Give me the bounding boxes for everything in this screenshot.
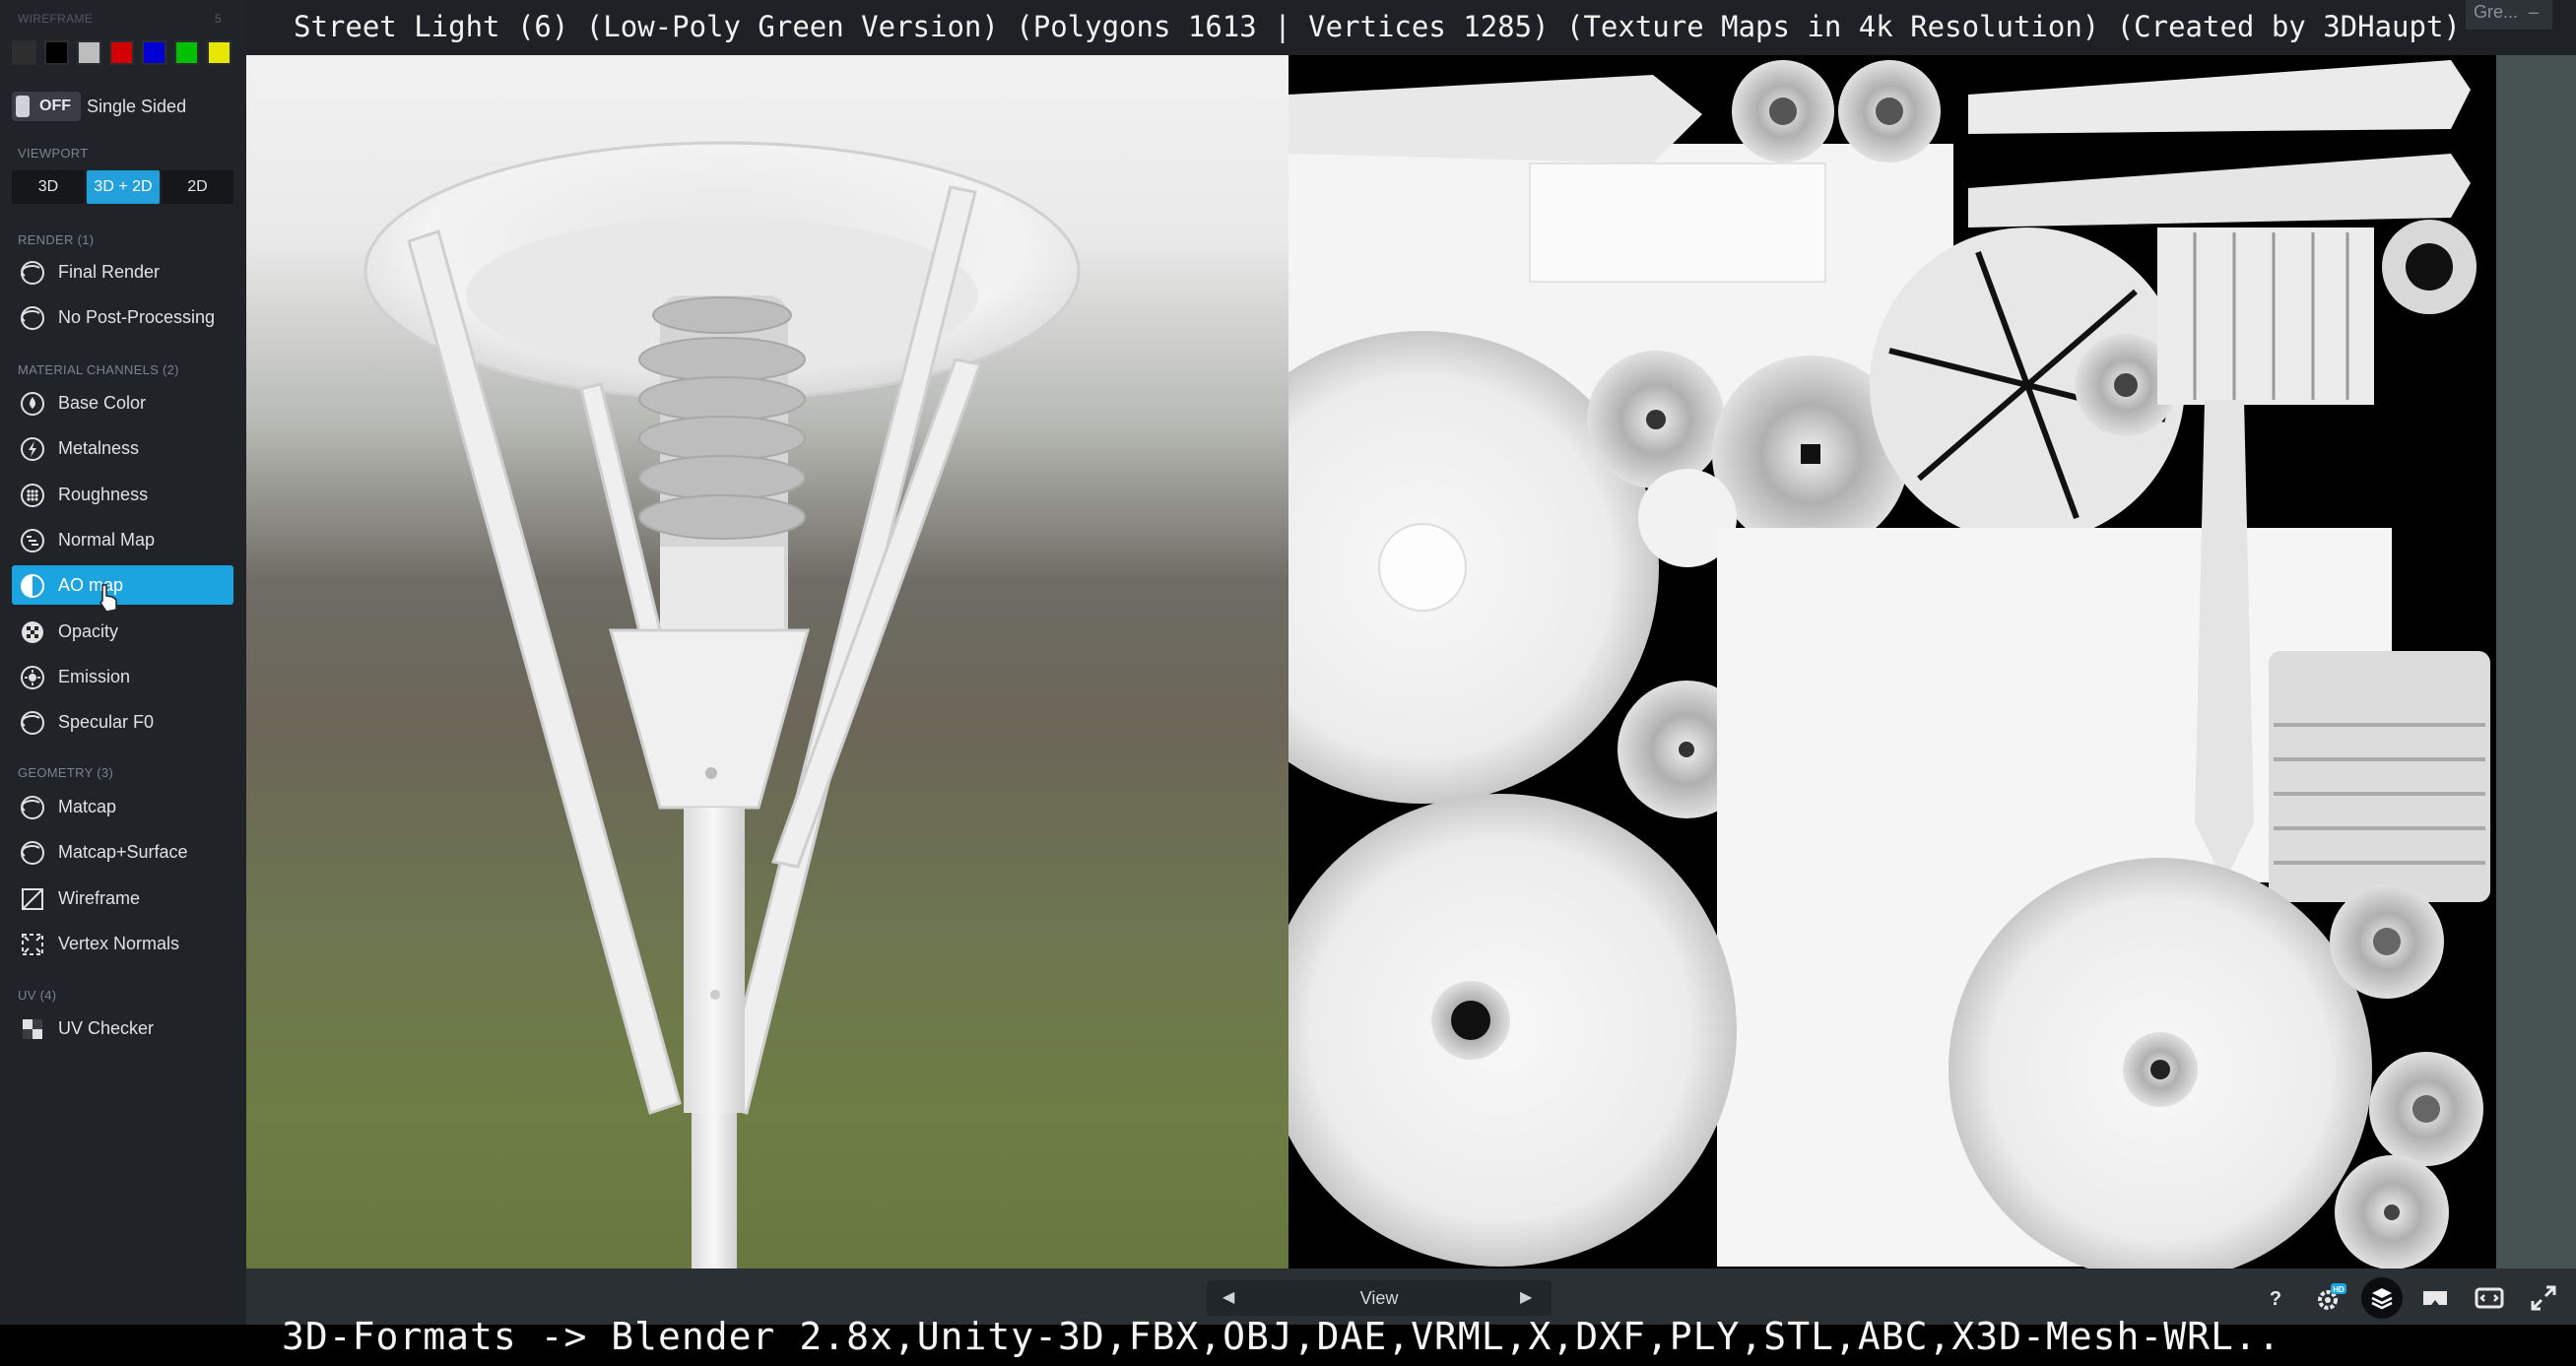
- viewport-3d-2d-button[interactable]: 3D + 2D: [87, 170, 160, 204]
- viewport[interactable]: Street Light (6) (Low-Poly Green Version…: [246, 0, 2576, 1366]
- street-light-model: [363, 141, 1081, 1325]
- sphere-icon: [20, 840, 45, 866]
- menu-item-label: Specular F0: [58, 712, 155, 733]
- menu-item-ao-map[interactable]: AO map: [12, 565, 233, 606]
- single-sided-toggle[interactable]: OFF: [12, 92, 81, 121]
- menu-item-label: UV Checker: [58, 1018, 155, 1038]
- menu-item-label: Opacity: [58, 620, 119, 641]
- menu-item-no-post-processing[interactable]: No Post-Processing: [12, 297, 233, 337]
- lightning-icon: [20, 436, 45, 462]
- wireframe-color-swatch[interactable]: [174, 40, 199, 65]
- viewport-section-title: VIEWPORT: [18, 146, 89, 161]
- wireframe-color-picker[interactable]: [12, 40, 36, 65]
- wireframe-color-swatch[interactable]: [207, 40, 231, 65]
- menu-item-label: Emission: [58, 666, 131, 686]
- menu-item-vertex-normals[interactable]: Vertex Normals: [12, 924, 233, 963]
- next-view-arrow-icon[interactable]: ▶: [1520, 1287, 1532, 1307]
- menu-item-label: Matcap: [58, 797, 117, 816]
- menu-item-label: Metalness: [58, 438, 140, 459]
- single-sided-label: Single Sided: [87, 97, 187, 116]
- wireframe-color-swatch[interactable]: [44, 40, 69, 65]
- 3d-scene-view[interactable]: [246, 0, 1288, 1325]
- menu-item-label: Matcap+Surface: [58, 842, 188, 863]
- sphere-icon: [20, 710, 45, 736]
- diagonal-line-icon: [20, 886, 45, 912]
- sphere-icon: [20, 260, 45, 286]
- menu-item-roughness[interactable]: Roughness: [12, 475, 233, 514]
- expand-arrows-icon: [20, 932, 45, 957]
- sphere-icon: [20, 795, 45, 820]
- wireframe-count: 5: [215, 12, 222, 26]
- settings-hd-icon[interactable]: HD: [2313, 1281, 2346, 1315]
- fullscreen-icon[interactable]: [2527, 1281, 2560, 1315]
- menu-item-matcap-surface[interactable]: Matcap+Surface: [12, 832, 233, 872]
- geometry-section-title: GEOMETRY (3): [18, 765, 114, 780]
- viewport-3d-button[interactable]: 3D: [12, 170, 85, 204]
- menu-item-label: No Post-Processing: [58, 307, 216, 327]
- menu-item-opacity[interactable]: Opacity: [12, 612, 233, 651]
- layers-icon[interactable]: [2361, 1277, 2403, 1319]
- help-icon[interactable]: ?: [2259, 1281, 2292, 1315]
- menu-item-label: Base Color: [58, 393, 147, 413]
- menu-item-normal-map[interactable]: Normal Map: [12, 520, 233, 559]
- model-title: Street Light (6) (Low-Poly Green Version…: [294, 10, 2461, 43]
- background-preset-value: Gre...: [2474, 2, 2519, 22]
- viewport-right-margin: [2496, 55, 2576, 1268]
- viewport-2d-button[interactable]: 2D: [162, 170, 233, 204]
- checker-icon: [20, 1016, 45, 1042]
- menu-item-label: Final Render: [58, 262, 161, 282]
- material-section-title: MATERIAL CHANNELS (2): [18, 362, 179, 377]
- menu-item-label: Wireframe: [58, 887, 141, 908]
- checker-circle-icon: [20, 619, 45, 645]
- vr-icon[interactable]: [2418, 1281, 2452, 1315]
- menu-item-label: Vertex Normals: [58, 933, 180, 953]
- ao-texture-map: [1288, 60, 2490, 1268]
- menu-item-base-color[interactable]: Base Color: [12, 383, 233, 423]
- menu-item-uv-checker[interactable]: UV Checker: [12, 1008, 233, 1048]
- hd-badge: HD: [2333, 1285, 2345, 1294]
- dots-icon: [20, 483, 45, 508]
- droplet-icon: [20, 391, 45, 417]
- sidebar: WIREFRAME 5 OFF Single Sided VIEWPORT 3D…: [0, 0, 246, 1366]
- menu-item-label: Roughness: [58, 484, 149, 504]
- uv-section-title: UV (4): [18, 988, 57, 1003]
- wireframe-color-swatch[interactable]: [77, 40, 101, 65]
- background-preset-dropdown[interactable]: Gre... –: [2466, 0, 2552, 30]
- view-navigator[interactable]: ◀ View ▶: [1207, 1280, 1552, 1316]
- sphere-icon: [20, 305, 45, 331]
- dropdown-arrow-icon: –: [2529, 2, 2540, 22]
- mouse-cursor-icon: [99, 584, 117, 613]
- uv-texture-view[interactable]: [1288, 55, 2496, 1268]
- wireframe-section-title: WIREFRAME: [18, 12, 94, 26]
- menu-item-emission[interactable]: Emission: [12, 657, 233, 696]
- wireframe-color-swatch[interactable]: [142, 40, 166, 65]
- render-section-title: RENDER (1): [18, 232, 95, 247]
- menu-item-final-render[interactable]: Final Render: [12, 252, 233, 292]
- sun-icon: [20, 665, 45, 690]
- menu-item-metalness[interactable]: Metalness: [12, 428, 233, 468]
- help-glyph: ?: [2270, 1288, 2281, 1310]
- menu-item-label: Normal Map: [58, 529, 156, 550]
- embed-icon[interactable]: [2473, 1281, 2506, 1315]
- view-label: View: [1359, 1288, 1399, 1308]
- normal-map-icon: [20, 528, 45, 553]
- menu-item-specular-f0[interactable]: Specular F0: [12, 702, 233, 742]
- menu-item-wireframe[interactable]: Wireframe: [12, 878, 233, 918]
- ao-icon: [20, 573, 45, 599]
- formats-caption: 3D-Formats -> Blender 2.8x,Unity-3D,FBX,…: [282, 1315, 2281, 1358]
- toggle-state: OFF: [39, 98, 71, 114]
- model-title-bar: Street Light (6) (Low-Poly Green Version…: [246, 0, 2576, 55]
- toggle-knob: [16, 96, 30, 117]
- wireframe-color-swatch[interactable]: [109, 40, 134, 65]
- menu-item-matcap[interactable]: Matcap: [12, 787, 233, 826]
